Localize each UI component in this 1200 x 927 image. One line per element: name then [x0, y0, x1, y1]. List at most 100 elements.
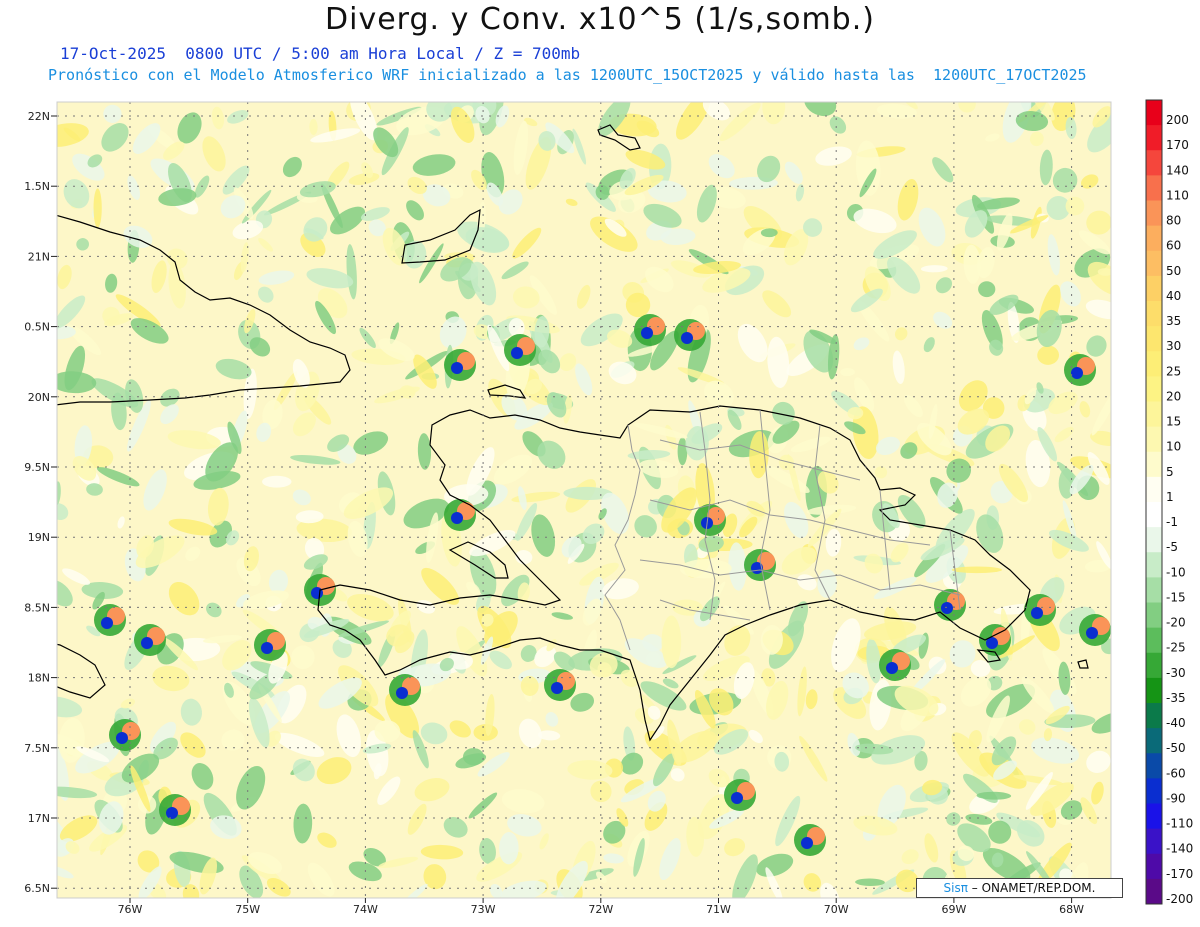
lat-tick-label: 20N	[28, 391, 50, 404]
lat-tick-label: 7.5N	[24, 742, 50, 755]
convergence-core	[311, 587, 323, 599]
colorbar-label: -20	[1166, 616, 1186, 630]
colorbar-swatch	[1146, 803, 1162, 830]
colorbar-label: 20	[1166, 389, 1181, 403]
colorbar-swatch	[1146, 326, 1162, 352]
convergence-core	[261, 642, 273, 654]
colorbar-label: 200	[1166, 113, 1189, 127]
model-info-subtitle: Pronóstico con el Modelo Atmosferico WRF…	[48, 66, 1087, 84]
colorbar-swatch	[1146, 250, 1162, 277]
colorbar-label: -25	[1166, 641, 1186, 655]
colorbar-label: 40	[1166, 289, 1181, 303]
plot-area	[56, 101, 1112, 899]
convergence-core	[641, 327, 653, 339]
lat-tick-label: 18N	[28, 672, 50, 685]
colorbar-label: -1	[1166, 515, 1178, 529]
colorbar-swatch	[1146, 426, 1162, 453]
colorbar-label: 60	[1166, 239, 1181, 253]
field-blob	[951, 566, 1003, 574]
lon-tick-label: 73W	[471, 903, 496, 916]
field-blob	[661, 615, 682, 669]
convergence-core	[396, 687, 408, 699]
colorbar-swatch	[1146, 351, 1162, 377]
colorbar-label: -50	[1166, 741, 1186, 755]
convergence-core	[101, 617, 113, 629]
colorbar-label: -110	[1166, 817, 1193, 831]
credit-box: Sisπ – ONAMET/REP.DOM.	[916, 878, 1123, 898]
colorbar-label: 35	[1166, 314, 1181, 328]
convergence-core	[801, 837, 813, 849]
forecast-map: 22N 1.5N 21N 0.5N 20N 9.5N 19N 8.5N 18N 7.5N 17N 6.…	[24, 99, 1193, 916]
lat-tick-label: 9.5N	[24, 461, 50, 474]
lat-tick-label: 1.5N	[24, 180, 50, 193]
lon-tick-label: 70W	[824, 903, 849, 916]
colorbar-swatch	[1146, 853, 1162, 880]
colorbar-swatch	[1146, 728, 1162, 754]
colorbar-label: -40	[1166, 716, 1186, 730]
lon-tick-label: 75W	[235, 903, 260, 916]
convergence-core	[731, 792, 743, 804]
convergence-core	[886, 662, 898, 674]
convergence-core	[166, 807, 178, 819]
colorbar-label: 5	[1166, 465, 1174, 479]
colorbar-label: -170	[1166, 867, 1193, 881]
colorbar-swatch	[1146, 577, 1162, 603]
lon-tick-label: 74W	[353, 903, 378, 916]
colorbar-label: -90	[1166, 791, 1186, 805]
colorbar-label: -200	[1166, 892, 1193, 906]
colorbar-swatch	[1146, 753, 1162, 779]
convergence-core	[1071, 367, 1083, 379]
colorbar-swatch	[1146, 602, 1162, 629]
colorbar-label: 25	[1166, 364, 1181, 378]
lat-tick-label: 22N	[28, 110, 50, 123]
colorbar-label: 10	[1166, 440, 1181, 454]
lat-tick-label: 19N	[28, 531, 50, 544]
lon-tick-label: 68W	[1059, 903, 1084, 916]
colorbar-swatch	[1146, 878, 1162, 905]
lon-tick-label: 76W	[118, 903, 143, 916]
convergence-core	[116, 732, 128, 744]
colorbar-swatch	[1146, 150, 1162, 176]
colorbar-swatch	[1146, 552, 1162, 578]
colorbar: 200 170 140 110 80 60 50 40 35 30 25 20 15 10 5 1 -1 -5 -1…	[1145, 99, 1193, 906]
valid-time-subtitle: 17-Oct-2025 0800 UTC / 5:00 am Hora Loca…	[60, 44, 581, 63]
colorbar-label: -10	[1166, 565, 1186, 579]
convergence-core	[551, 682, 563, 694]
colorbar-label: 170	[1166, 138, 1189, 152]
colorbar-swatch	[1146, 828, 1162, 855]
convergence-core	[941, 602, 953, 614]
lon-tick-label: 69W	[941, 903, 966, 916]
colorbar-swatch	[1146, 376, 1162, 402]
colorbar-label: -15	[1166, 590, 1186, 604]
convergence-core	[1086, 627, 1098, 639]
convergence-core	[511, 347, 523, 359]
map-title: Diverg. y Conv. x10^5 (1/s,somb.)	[325, 2, 875, 37]
colorbar-label: -5	[1166, 540, 1178, 554]
colorbar-label: -35	[1166, 691, 1186, 705]
credit-text: – ONAMET/REP.DOM.	[967, 881, 1096, 895]
colorbar-swatch	[1146, 502, 1162, 528]
lat-tick-label: 6.5N	[24, 882, 50, 895]
colorbar-swatch	[1146, 778, 1162, 804]
lat-tick-label: 8.5N	[24, 601, 50, 614]
field-blob	[978, 281, 996, 298]
colorbar-swatch	[1146, 401, 1162, 428]
lat-tick-label: 0.5N	[24, 321, 50, 334]
colorbar-swatch	[1146, 175, 1162, 201]
colorbar-label: 50	[1166, 264, 1181, 278]
lat-tick-label: 21N	[28, 250, 50, 263]
convergence-core	[451, 362, 463, 374]
colorbar-swatch	[1146, 200, 1162, 227]
lon-tick-label: 71W	[706, 903, 731, 916]
convergence-core	[451, 512, 463, 524]
colorbar-swatch	[1146, 677, 1162, 704]
colorbar-label: -140	[1166, 842, 1193, 856]
colorbar-swatch	[1146, 225, 1162, 252]
colorbar-swatch	[1146, 527, 1162, 553]
colorbar-label: -30	[1166, 666, 1186, 680]
convergence-core	[681, 332, 693, 344]
colorbar-swatch	[1146, 703, 1162, 729]
colorbar-label: 80	[1166, 214, 1181, 228]
colorbar-swatch	[1146, 301, 1162, 327]
colorbar-swatch	[1146, 275, 1162, 302]
